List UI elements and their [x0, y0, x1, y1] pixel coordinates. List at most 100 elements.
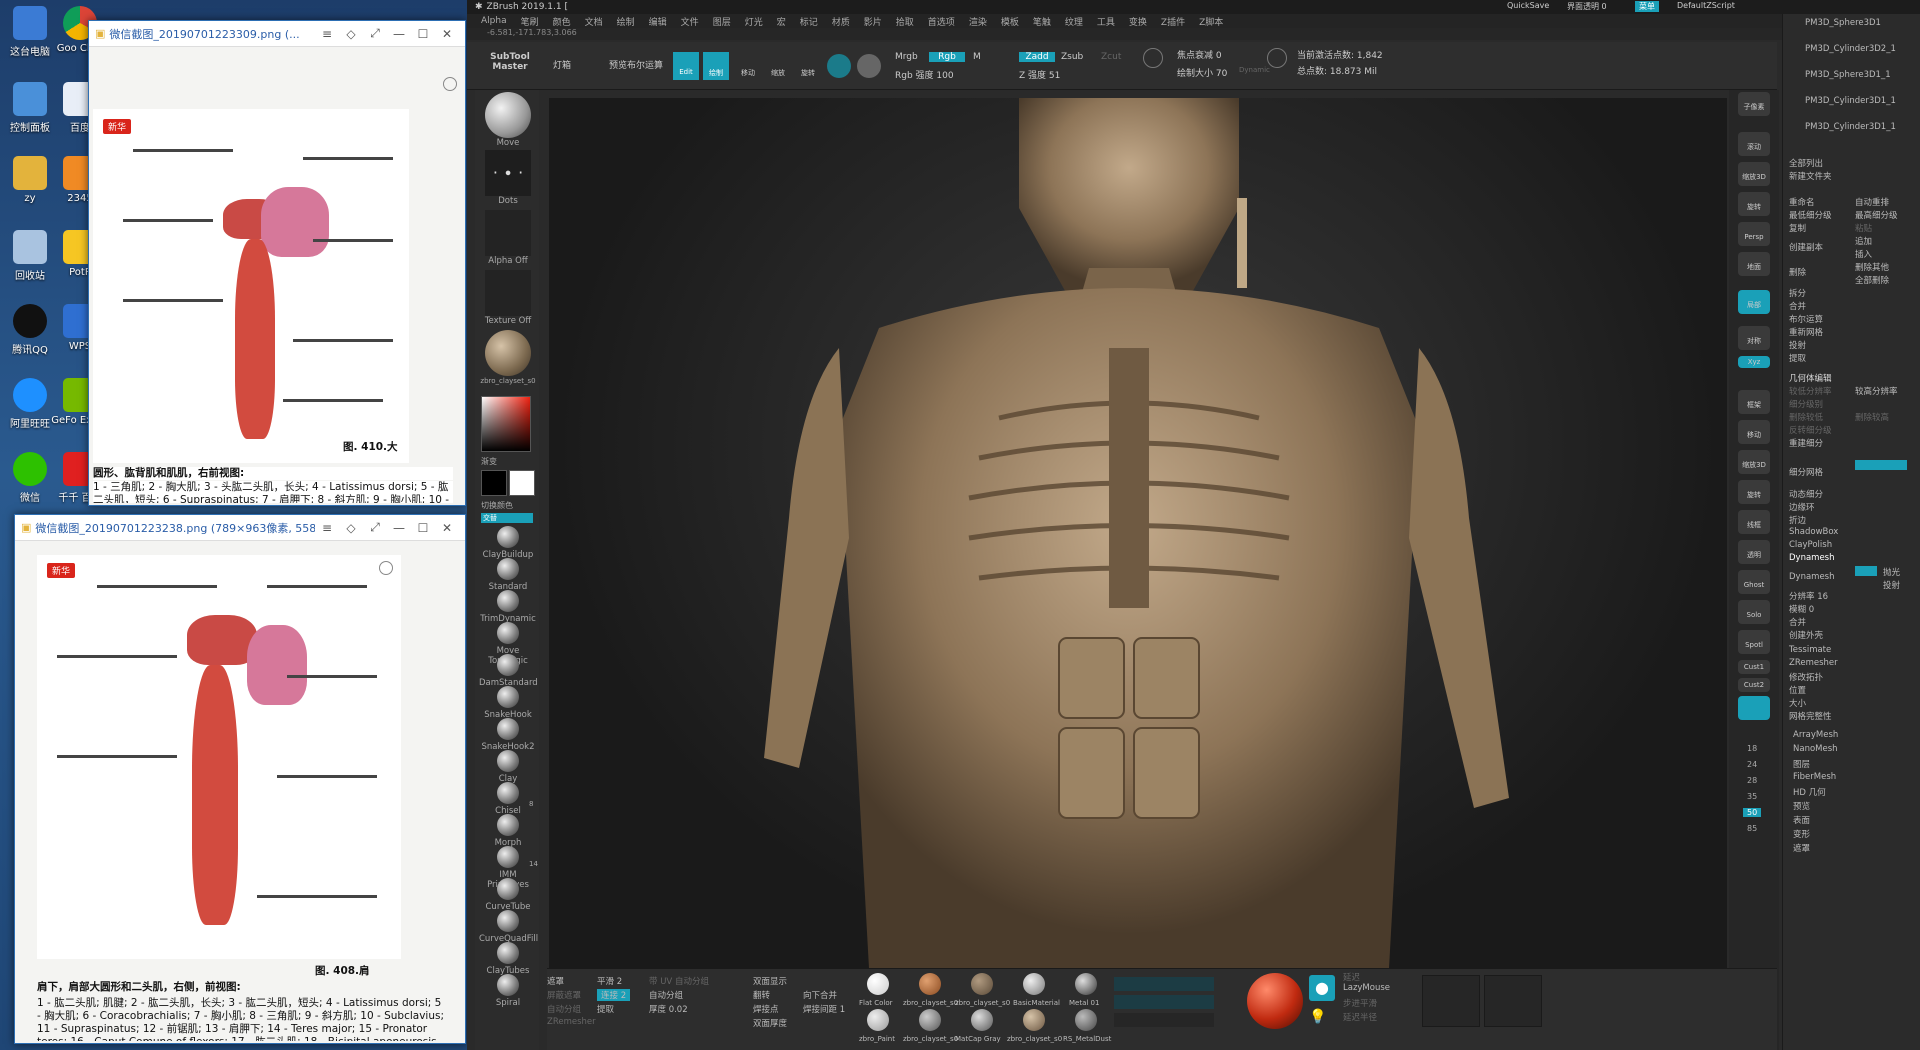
draw-mode-button[interactable]: 绘制: [703, 52, 729, 80]
double-toggle[interactable]: 双面显示: [753, 975, 787, 987]
local-icon[interactable]: 局部: [1738, 290, 1770, 314]
connect-slider[interactable]: 连接 2: [597, 989, 631, 1001]
zoom-icon[interactable]: [379, 561, 393, 575]
menu-item[interactable]: 笔触: [1033, 15, 1051, 28]
color-sphere-icon[interactable]: [857, 54, 881, 78]
menu-item[interactable]: 拾取: [896, 15, 914, 28]
freeze-subdiv-button[interactable]: 反转细分级: [1789, 424, 1832, 436]
material-clayset-icon[interactable]: [1023, 1009, 1045, 1031]
material-clayset-icon[interactable]: [919, 1009, 941, 1031]
alternate-toggle[interactable]: 交替: [481, 513, 533, 523]
blur-slider[interactable]: 模糊 0: [1789, 603, 1814, 615]
menu-item[interactable]: 颜色: [553, 15, 571, 28]
transparency-icon[interactable]: 透明: [1738, 540, 1770, 564]
boolean-button[interactable]: 布尔运算: [1789, 313, 1823, 325]
ghost-icon[interactable]: Ghost: [1738, 570, 1770, 594]
extract-button[interactable]: 提取: [597, 1003, 614, 1015]
double-thickness-button[interactable]: 双面厚度: [753, 1017, 787, 1029]
brush-clay[interactable]: Clay: [479, 750, 537, 784]
bottom-col1-item[interactable]: 屏蔽遮罩: [547, 989, 581, 1001]
menu-item[interactable]: 文档: [585, 15, 603, 28]
texture-thumb[interactable]: Texture Off: [479, 270, 537, 326]
lazy-item[interactable]: 延迟半径: [1343, 1011, 1377, 1023]
extract-button[interactable]: 提取: [1789, 352, 1806, 364]
subtool-item[interactable]: PM3D_Cylinder3D1_1: [1805, 96, 1896, 106]
custom1-button[interactable]: Cust1: [1738, 660, 1770, 674]
menu-item[interactable]: Z插件: [1161, 15, 1185, 28]
all-high-button[interactable]: 最高细分级: [1855, 209, 1898, 221]
rotate-icon[interactable]: 旋转: [1738, 480, 1770, 504]
surface-section[interactable]: 表面: [1793, 814, 1810, 826]
position-button[interactable]: 位置: [1789, 684, 1806, 696]
append-button[interactable]: 追加: [1855, 235, 1872, 247]
lightbulb-icon[interactable]: 💡: [1309, 1009, 1326, 1025]
layers-section[interactable]: 图层: [1793, 758, 1810, 770]
default-zscript[interactable]: DefaultZScript: [1677, 1, 1735, 10]
reconstruct-subdiv-button[interactable]: 重建细分: [1789, 437, 1823, 449]
maximize-icon[interactable]: ☐: [411, 521, 435, 535]
menu-item[interactable]: 文件: [681, 15, 699, 28]
hd-geometry-section[interactable]: HD 几何: [1793, 786, 1826, 798]
rename-button[interactable]: 重命名: [1789, 196, 1815, 208]
stroke-thumb[interactable]: · ∙ · Dots: [479, 150, 537, 206]
claypolish-button[interactable]: ClayPolish: [1789, 540, 1832, 550]
lightbox-button[interactable]: 灯箱: [553, 58, 571, 71]
camera-icon[interactable]: [1738, 696, 1770, 720]
menu-item[interactable]: 模板: [1001, 15, 1019, 28]
material-clayset-icon[interactable]: [919, 973, 941, 995]
fibermesh-section[interactable]: FiberMesh: [1793, 772, 1836, 782]
menu-icon[interactable]: ≡: [315, 521, 339, 535]
close-icon[interactable]: ✕: [435, 27, 459, 41]
persp-icon[interactable]: Persp: [1738, 222, 1770, 246]
fullscreen-icon[interactable]: ⤢: [363, 26, 387, 41]
material-sphere-icon[interactable]: [827, 54, 851, 78]
z-intensity-slider[interactable]: Z 强度 51: [1019, 68, 1060, 81]
menu-item[interactable]: 影片: [864, 15, 882, 28]
fullscreen-icon[interactable]: ⤢: [363, 520, 387, 535]
brush-curvetube[interactable]: CurveTube: [479, 878, 537, 912]
menu-item[interactable]: 纹理: [1065, 15, 1083, 28]
copy-button[interactable]: 复制: [1789, 222, 1806, 234]
modify-topology-button[interactable]: 修改拓扑: [1789, 671, 1823, 683]
color-picker[interactable]: [481, 396, 531, 452]
empty-slot[interactable]: [1484, 975, 1542, 1027]
smooth-slider[interactable]: 平滑 2: [597, 975, 622, 987]
symmetry-icon[interactable]: 对称: [1738, 326, 1770, 350]
delete-all-button[interactable]: 全部删除: [1855, 274, 1889, 286]
subtool-master-button[interactable]: SubTool Master: [485, 52, 535, 72]
rotate-view-icon[interactable]: 旋转: [1738, 192, 1770, 216]
remesh-button[interactable]: 重新网格: [1789, 326, 1823, 338]
menu-item[interactable]: 首选项: [928, 15, 955, 28]
empty-slot[interactable]: [1422, 975, 1480, 1027]
frame-icon[interactable]: 框架: [1738, 390, 1770, 414]
quicksave-button[interactable]: QuickSave: [1507, 1, 1549, 10]
photo-window-1-titlebar[interactable]: ▣ 微信截图_20190701223309.png (... ≡ ◇ ⤢ — ☐…: [89, 21, 465, 47]
primary-color-swatch[interactable]: [509, 470, 535, 496]
brush-trimdynamic[interactable]: TrimDynamic: [479, 590, 537, 624]
sdiv-slider[interactable]: 细分级别: [1789, 398, 1823, 410]
new-folder-button[interactable]: 新建文件夹: [1789, 170, 1832, 182]
move-view-icon[interactable]: 移动: [1738, 420, 1770, 444]
photo-window-2-titlebar[interactable]: ▣ 微信截图_20190701223238.png (789×963像素, 55…: [15, 515, 465, 541]
flip-button[interactable]: 翻转: [753, 989, 770, 1001]
nanomesh-section[interactable]: NanoMesh: [1793, 744, 1838, 754]
weld-distance-slider[interactable]: 焊接间距 1: [803, 1003, 845, 1015]
thickness-slider[interactable]: 厚度 0.02: [649, 1003, 688, 1015]
subtool-item[interactable]: PM3D_Cylinder3D1_1: [1805, 122, 1896, 132]
restore-icon[interactable]: ◇: [339, 27, 363, 41]
subtool-item[interactable]: PM3D_Cylinder3D2_1: [1805, 44, 1896, 54]
bottom-col1-item[interactable]: ZRemesher: [547, 1017, 596, 1027]
edit-mode-button[interactable]: Edit: [673, 52, 699, 80]
bottom-slider[interactable]: [1114, 1013, 1214, 1027]
material-matcap-gray-icon[interactable]: [971, 1009, 993, 1031]
menu-item[interactable]: Z脚本: [1199, 15, 1223, 28]
subpixel-icon[interactable]: 子像素: [1738, 92, 1770, 116]
all-low-button[interactable]: 最低细分级: [1789, 209, 1832, 221]
divide-button[interactable]: 细分网格: [1789, 466, 1823, 478]
solo-icon[interactable]: Solo: [1738, 600, 1770, 624]
brush-snakehook[interactable]: SnakeHook: [479, 686, 537, 720]
zoom-icon[interactable]: [443, 77, 457, 91]
brush-claytubes[interactable]: ClayTubes: [479, 942, 537, 976]
subtool-item[interactable]: PM3D_Sphere3D1_1: [1805, 70, 1891, 80]
higher-res-button[interactable]: 较高分辨率: [1855, 385, 1898, 397]
